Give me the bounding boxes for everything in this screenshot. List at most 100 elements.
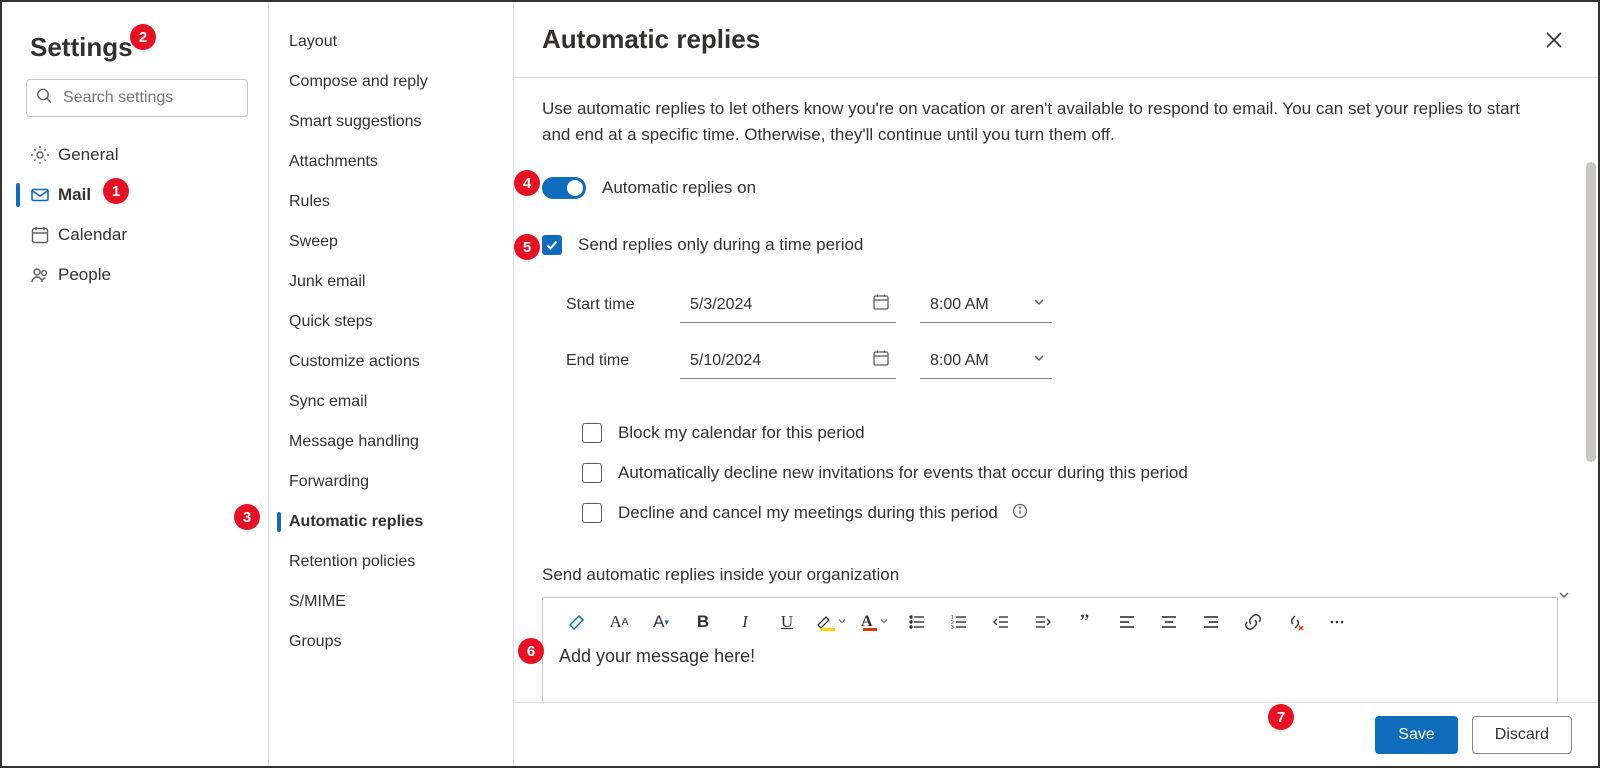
close-button[interactable] <box>1536 22 1572 58</box>
subnav-message-handling[interactable]: Message handling <box>269 422 513 462</box>
subnav-sync-email[interactable]: Sync email <box>269 382 513 422</box>
start-time-input[interactable]: 8:00 AM <box>920 287 1052 323</box>
time-period-checkbox[interactable] <box>542 235 562 255</box>
checkbox-label: Automatically decline new invitations fo… <box>618 463 1188 483</box>
subnav-label: Compose and reply <box>289 73 428 91</box>
start-time-label: Start time <box>566 296 676 314</box>
category-mail[interactable]: Mail <box>2 175 268 215</box>
start-date-value: 5/3/2024 <box>690 296 752 314</box>
underline-icon[interactable]: U <box>773 608 801 636</box>
subnav-retention-policies[interactable]: Retention policies <box>269 542 513 582</box>
category-people[interactable]: People <box>2 255 268 295</box>
subnav-label: Retention policies <box>289 553 415 571</box>
subnav-smime[interactable]: S/MIME <box>269 582 513 622</box>
align-right-icon[interactable] <box>1197 608 1225 636</box>
subnav-label: Message handling <box>289 433 419 451</box>
subnav-compose-reply[interactable]: Compose and reply <box>269 62 513 102</box>
subnav-label: Automatic replies <box>289 513 423 531</box>
subnav-quick-steps[interactable]: Quick steps <box>269 302 513 342</box>
callout-3: 3 <box>234 504 260 530</box>
organization-section-label: Send automatic replies inside your organ… <box>542 565 1558 585</box>
gear-icon <box>30 145 58 165</box>
subnav-label: Sync email <box>289 393 367 411</box>
subnav-label: Rules <box>289 193 330 211</box>
subnav-forwarding[interactable]: Forwarding <box>269 462 513 502</box>
calendar-icon <box>872 293 890 316</box>
bold-icon[interactable]: B <box>689 608 717 636</box>
search-input[interactable] <box>26 79 248 117</box>
mail-icon <box>30 185 58 205</box>
font-size-icon[interactable]: A▾ <box>647 608 675 636</box>
quote-icon[interactable]: ” <box>1071 608 1099 636</box>
panel-description: Use automatic replies to let others know… <box>542 96 1532 147</box>
people-icon <box>30 265 58 285</box>
align-center-icon[interactable] <box>1155 608 1183 636</box>
calendar-icon <box>30 225 58 245</box>
panel-title: Automatic replies <box>542 24 760 55</box>
align-left-icon[interactable] <box>1113 608 1141 636</box>
end-time-label: End time <box>566 352 676 370</box>
svg-text:3: 3 <box>951 625 954 631</box>
link-icon[interactable] <box>1239 608 1267 636</box>
category-label: Calendar <box>58 225 127 245</box>
editor-placeholder[interactable]: Add your message here! <box>543 646 1557 667</box>
discard-button[interactable]: Discard <box>1472 716 1572 754</box>
format-painter-icon[interactable] <box>563 608 591 636</box>
message-editor[interactable]: AA A▾ B I U A 123 ” Add your message her… <box>542 597 1558 702</box>
font-color-icon[interactable]: A <box>861 613 889 631</box>
numbered-list-icon[interactable]: 123 <box>945 608 973 636</box>
subnav-sweep[interactable]: Sweep <box>269 222 513 262</box>
end-date-value: 5/10/2024 <box>690 352 761 370</box>
editor-toolbar: AA A▾ B I U A 123 ” <box>543 598 1557 646</box>
checkbox-label: Send replies only during a time period <box>578 235 863 255</box>
decline-invitations-checkbox[interactable] <box>582 463 602 483</box>
indent-icon[interactable] <box>1029 608 1057 636</box>
callout-6: 6 <box>518 638 544 664</box>
info-icon[interactable] <box>1012 503 1028 524</box>
checkbox-label: Decline and cancel my meetings during th… <box>618 503 998 523</box>
subnav-attachments[interactable]: Attachments <box>269 142 513 182</box>
italic-icon[interactable]: I <box>731 608 759 636</box>
start-time-value: 8:00 AM <box>930 296 989 314</box>
scrollbar[interactable] <box>1586 162 1596 462</box>
subnav-label: Sweep <box>289 233 338 251</box>
subnav-rules[interactable]: Rules <box>269 182 513 222</box>
start-date-input[interactable]: 5/3/2024 <box>680 287 896 323</box>
subnav-label: Attachments <box>289 153 378 171</box>
unlink-icon[interactable] <box>1281 608 1309 636</box>
chevron-down-icon[interactable] <box>1558 588 1570 606</box>
category-general[interactable]: General <box>2 135 268 175</box>
end-date-input[interactable]: 5/10/2024 <box>680 343 896 379</box>
bullet-list-icon[interactable] <box>903 608 931 636</box>
subnav-junk-email[interactable]: Junk email <box>269 262 513 302</box>
cancel-meetings-checkbox[interactable] <box>582 503 602 523</box>
subnav-layout[interactable]: Layout <box>269 22 513 62</box>
end-time-input[interactable]: 8:00 AM <box>920 343 1052 379</box>
subnav-label: Groups <box>289 633 341 651</box>
block-calendar-checkbox[interactable] <box>582 423 602 443</box>
font-family-icon[interactable]: AA <box>605 608 633 636</box>
subnav-label: Quick steps <box>289 313 373 331</box>
subnav-label: Customize actions <box>289 353 420 371</box>
callout-2: 2 <box>130 24 156 50</box>
category-label: Mail <box>58 185 91 205</box>
subnav-label: Layout <box>289 33 337 51</box>
highlight-icon[interactable] <box>815 613 847 631</box>
subnav-smart-suggestions[interactable]: Smart suggestions <box>269 102 513 142</box>
calendar-icon <box>872 349 890 372</box>
subnav-label: Junk email <box>289 273 365 291</box>
subnav-groups[interactable]: Groups <box>269 622 513 662</box>
subnav-automatic-replies[interactable]: Automatic replies <box>269 502 513 542</box>
automatic-replies-toggle[interactable] <box>542 177 586 199</box>
outdent-icon[interactable] <box>987 608 1015 636</box>
subnav-customize-actions[interactable]: Customize actions <box>269 342 513 382</box>
subnav-label: Forwarding <box>289 473 369 491</box>
checkbox-label: Block my calendar for this period <box>618 423 865 443</box>
chevron-down-icon <box>1032 351 1046 370</box>
save-button[interactable]: Save <box>1375 716 1457 754</box>
chevron-down-icon <box>1032 295 1046 314</box>
more-options-icon[interactable] <box>1323 608 1351 636</box>
category-label: People <box>58 265 111 285</box>
subnav-label: Smart suggestions <box>289 113 422 131</box>
category-calendar[interactable]: Calendar <box>2 215 268 255</box>
